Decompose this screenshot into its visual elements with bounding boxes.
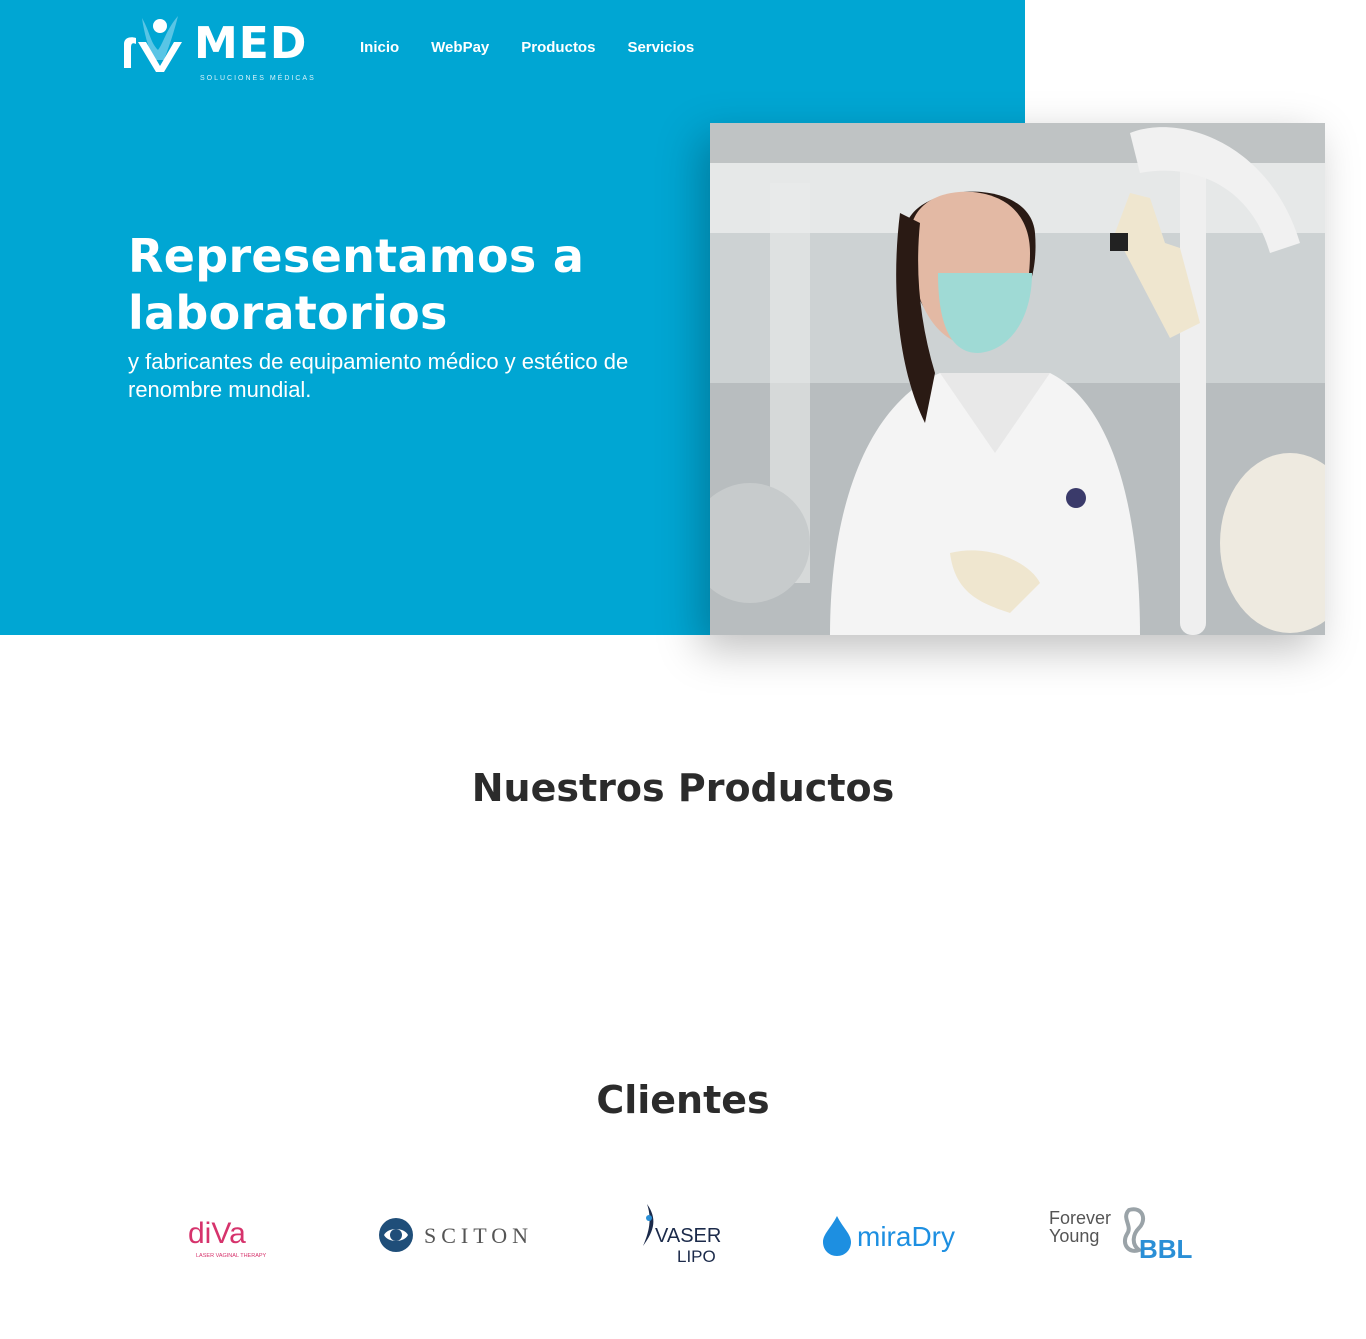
diva-tagline: LASER VAGINAL THERAPY <box>196 1253 267 1259</box>
clients-title: Clientes <box>596 1078 770 1122</box>
hero-photo <box>710 123 1325 635</box>
logo-subtitle: SOLUCIONES MÉDICAS <box>200 75 316 82</box>
vaser-wordmark: VASER <box>655 1225 721 1247</box>
diva-wordmark: diVa <box>188 1217 246 1250</box>
logo-wordmark: MED <box>194 18 308 69</box>
nav-item-productos[interactable]: Productos <box>521 38 595 58</box>
nav-item-inicio[interactable]: Inicio <box>360 38 399 58</box>
main-nav: Inicio WebPay Productos Servicios <box>360 38 694 58</box>
client-logo-diva[interactable]: diVa LASER VAGINAL THERAPY <box>128 1190 348 1280</box>
client-logo-sciton[interactable]: SCITON <box>351 1190 571 1280</box>
bbl-wordmark: BBL <box>1139 1234 1193 1264</box>
brand-logo[interactable]: MED SOLUCIONES MÉDICAS <box>120 8 315 88</box>
products-title: Nuestros Productos <box>471 766 895 810</box>
client-logo-bbl[interactable]: Forever Young BBL <box>1018 1190 1238 1280</box>
hero-subtitle: y fabricantes de equipamiento médico y e… <box>128 349 629 402</box>
nav-item-webpay[interactable]: WebPay <box>431 38 489 58</box>
miradry-wordmark: miraDry <box>857 1221 955 1252</box>
bbl-prefix-top: Forever <box>1049 1208 1111 1228</box>
sciton-wordmark: SCITON <box>424 1223 533 1248</box>
hero-title: Representamos a laboratorios <box>128 229 585 340</box>
logo-figure-icon <box>124 16 182 72</box>
bbl-prefix-bottom: Young <box>1049 1226 1099 1246</box>
vaser-sub: LIPO <box>677 1247 716 1266</box>
client-logo-vaser[interactable]: VASER LIPO <box>573 1190 793 1280</box>
client-logo-miradry[interactable]: miraDry <box>796 1190 1016 1280</box>
clients-logos: diVa LASER VAGINAL THERAPY SCITON VASER … <box>128 1190 1238 1280</box>
nav-item-servicios[interactable]: Servicios <box>627 38 694 58</box>
